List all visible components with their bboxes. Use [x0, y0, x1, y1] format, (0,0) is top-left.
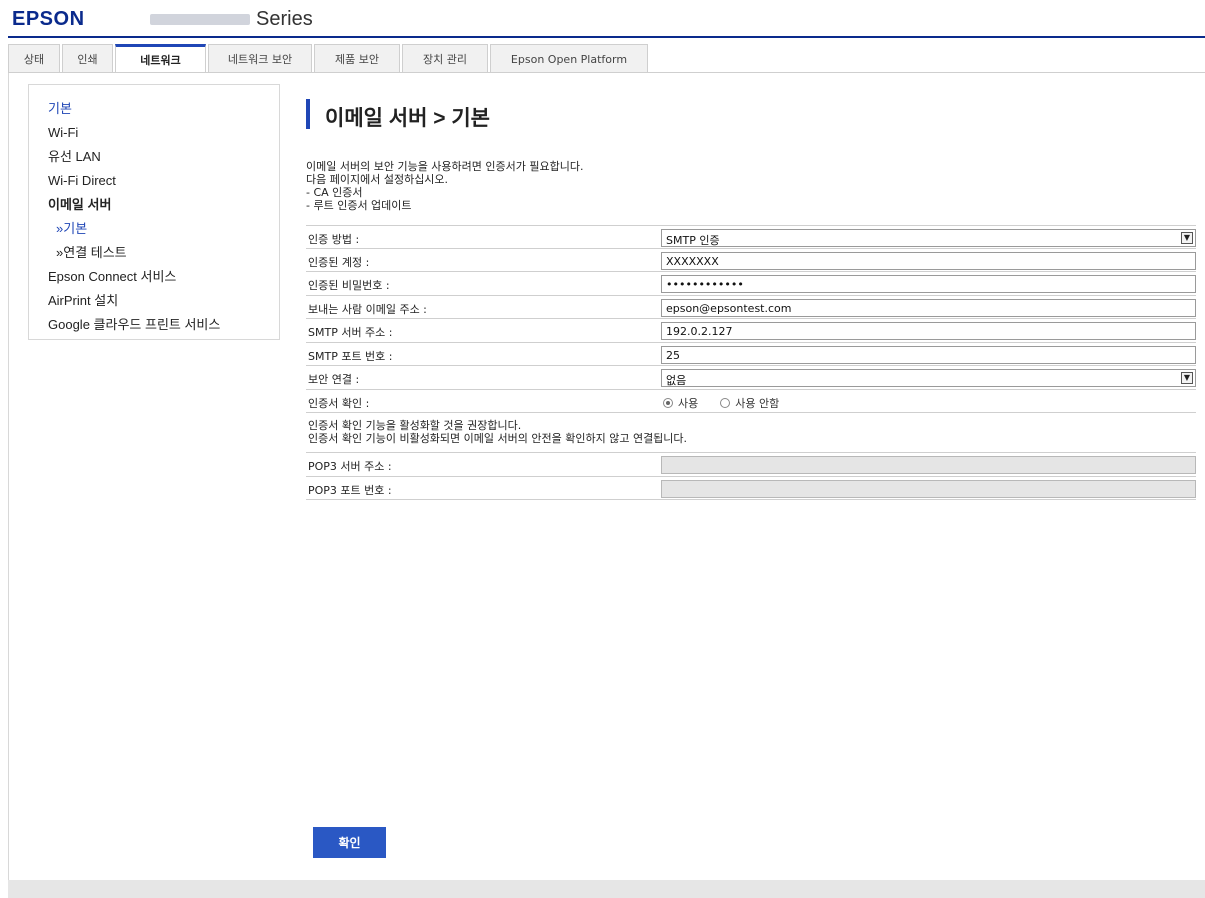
- pop3-address-label: POP3 서버 주소 :: [308, 460, 392, 473]
- sidebar-item-epson-connect[interactable]: Epson Connect 서비스: [48, 267, 279, 291]
- cert-validation-note: 인증서 확인 기능을 활성화할 것을 권장합니다. 인증서 확인 기능이 비활성…: [306, 413, 1196, 453]
- form-row-pop3-address: POP3 서버 주소 :: [306, 453, 1196, 477]
- title-accent-bar: [306, 99, 310, 129]
- tab-network[interactable]: 네트워크: [115, 44, 206, 73]
- sidebar-item-basic[interactable]: 기본: [48, 99, 279, 123]
- form-row-pop3-port: POP3 포트 번호 :: [306, 477, 1196, 500]
- header-divider: [8, 36, 1205, 38]
- notice-line[interactable]: - CA 인증서: [306, 186, 583, 199]
- sender-email-label: 보내는 사람 이메일 주소 :: [308, 302, 427, 316]
- sidebar-item-google-cloud-print[interactable]: Google 클라우드 프린트 서비스: [48, 315, 279, 339]
- tab-product-security[interactable]: 제품 보안: [314, 44, 400, 73]
- form-row-secure-connection: 보안 연결 : 없음 ▼: [306, 366, 1196, 390]
- smtp-address-input[interactable]: 192.0.2.127: [661, 322, 1196, 340]
- tab-print[interactable]: 인쇄: [62, 44, 113, 73]
- header: EPSON Series: [0, 0, 1205, 36]
- pop3-address-input: [661, 456, 1196, 474]
- footer-bar: [8, 880, 1205, 898]
- form-row-smtp-port: SMTP 포트 번호 : 25: [306, 343, 1196, 366]
- cert-note-line: 인증서 확인 기능이 비활성화되면 이메일 서버의 안전을 확인하지 않고 연결…: [308, 432, 688, 445]
- form-row-sender-email: 보내는 사람 이메일 주소 : epson@epsontest.com: [306, 296, 1196, 319]
- cert-validation-label: 인증서 확인 :: [308, 396, 370, 410]
- notice-line[interactable]: - 루트 인증서 업데이트: [306, 199, 583, 212]
- form-row-auth-password: 인증된 비밀번호 : ••••••••••••: [306, 272, 1196, 296]
- tab-epson-open-platform[interactable]: Epson Open Platform: [490, 44, 648, 73]
- sidebar-subitem-connection-test[interactable]: »연결 테스트: [48, 243, 279, 267]
- pop3-port-input: [661, 479, 1196, 498]
- tab-device-management[interactable]: 장치 관리: [402, 44, 488, 73]
- model-name-redacted: [150, 14, 250, 25]
- auth-account-input[interactable]: XXXXXXX: [661, 251, 1196, 270]
- form-row-cert-validation: 인증서 확인 : 사용 사용 안함: [306, 390, 1196, 413]
- cert-validation-on-radio[interactable]: [663, 397, 673, 408]
- sidebar-item-wifi[interactable]: Wi-Fi: [48, 123, 279, 147]
- sidebar-item-wired-lan[interactable]: 유선 LAN: [48, 147, 279, 171]
- cert-note-line: 인증서 확인 기능을 활성화할 것을 권장합니다.: [308, 419, 522, 432]
- tab-network-security[interactable]: 네트워크 보안: [208, 44, 312, 73]
- ok-button[interactable]: 확인: [313, 827, 386, 858]
- main-tabs: 상태 인쇄 네트워크 네트워크 보안 제품 보안 장치 관리 Epson Ope…: [8, 44, 650, 73]
- cert-validation-off-label[interactable]: 사용 안함: [735, 395, 779, 411]
- smtp-port-input[interactable]: 25: [661, 345, 1196, 364]
- secure-connection-select[interactable]: 없음 ▼: [661, 369, 1196, 387]
- sender-email-input[interactable]: epson@epsontest.com: [661, 298, 1196, 317]
- tab-status[interactable]: 상태: [8, 44, 60, 73]
- chevron-down-icon[interactable]: ▼: [1181, 232, 1193, 244]
- auth-method-value: SMTP 인증: [666, 234, 720, 247]
- cert-validation-off-radio[interactable]: [720, 397, 731, 408]
- smtp-address-label: SMTP 서버 주소 :: [308, 326, 393, 339]
- form-row-auth-method: 인증 방법 : SMTP 인증 ▼: [306, 225, 1196, 249]
- sidebar-item-email-server[interactable]: 이메일 서버: [48, 195, 279, 219]
- epson-logo: EPSON: [12, 8, 85, 30]
- series-label: Series: [256, 8, 313, 30]
- secure-connection-value: 없음: [666, 374, 687, 387]
- auth-password-input[interactable]: ••••••••••••: [661, 275, 1196, 293]
- auth-account-label: 인증된 계정 :: [308, 255, 370, 269]
- sidebar-item-airprint[interactable]: AirPrint 설치: [48, 291, 279, 315]
- auth-password-label: 인증된 비밀번호 :: [308, 279, 390, 292]
- form-row-smtp-address: SMTP 서버 주소 : 192.0.2.127: [306, 319, 1196, 343]
- certificate-notice: 이메일 서버의 보안 기능을 사용하려면 인증서가 필요합니다. 다음 페이지에…: [306, 160, 583, 212]
- form-row-auth-account: 인증된 계정 : XXXXXXX: [306, 249, 1196, 272]
- notice-line: 다음 페이지에서 설정하십시오.: [306, 173, 449, 186]
- sidebar: 기본 Wi-Fi 유선 LAN Wi-Fi Direct 이메일 서버 »기본 …: [28, 84, 280, 340]
- notice-line: 이메일 서버의 보안 기능을 사용하려면 인증서가 필요합니다.: [306, 160, 584, 173]
- email-server-form: 인증 방법 : SMTP 인증 ▼ 인증된 계정 : XXXXXXX 인증된 비…: [306, 225, 1196, 500]
- smtp-port-label: SMTP 포트 번호 :: [308, 349, 393, 363]
- sidebar-item-wifi-direct[interactable]: Wi-Fi Direct: [48, 171, 279, 195]
- cert-validation-on-label[interactable]: 사용: [678, 395, 698, 411]
- auth-method-select[interactable]: SMTP 인증 ▼: [661, 229, 1196, 247]
- secure-connection-label: 보안 연결 :: [308, 373, 360, 386]
- pop3-port-label: POP3 포트 번호 :: [308, 483, 392, 497]
- page-title: 이메일 서버 > 기본: [325, 107, 491, 130]
- auth-method-label: 인증 방법 :: [308, 233, 360, 246]
- chevron-down-icon[interactable]: ▼: [1181, 372, 1193, 384]
- cert-validation-radio-group: 사용 사용 안함: [663, 395, 801, 411]
- sidebar-subitem-email-basic[interactable]: »기본: [48, 219, 279, 243]
